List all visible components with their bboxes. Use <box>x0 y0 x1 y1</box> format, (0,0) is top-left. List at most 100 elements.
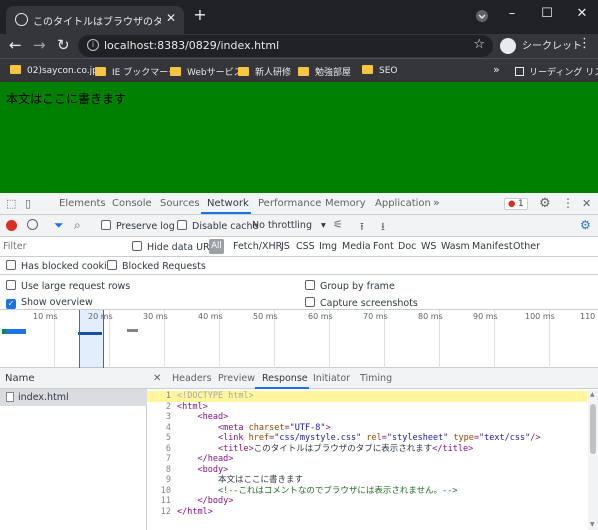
address-bar[interactable]: i localhost:8383/0829/index.html ☆ <box>78 35 493 57</box>
name-column-header[interactable]: Name <box>5 373 35 384</box>
close-detail-icon[interactable]: ✕ <box>153 373 161 384</box>
reload-icon[interactable]: ↻ <box>57 36 70 54</box>
tab-memory[interactable]: Memory <box>325 198 366 209</box>
code-scrollbar[interactable]: ▲ ▼ <box>588 390 598 530</box>
search-icon[interactable]: ⌕ <box>74 218 81 233</box>
tab-performance[interactable]: Performance <box>258 198 321 209</box>
capture-screenshots-checkbox[interactable]: Capture screenshots <box>305 297 418 309</box>
code-token: </title> <box>432 443 474 454</box>
checkbox-icon <box>6 280 16 290</box>
bookmark-item[interactable]: 勉強部屋 <box>298 65 351 78</box>
code-line: 9 本文はここに書きます <box>147 475 587 486</box>
filter-type-css[interactable]: CSS <box>296 241 315 252</box>
tab-timing[interactable]: Timing <box>360 373 392 384</box>
tab-sources[interactable]: Sources <box>160 198 200 209</box>
tab-close-icon[interactable]: ✕ <box>166 11 176 25</box>
filter-type-all[interactable]: All <box>209 239 224 254</box>
device-toolbar-icon[interactable]: ▯ <box>25 197 31 210</box>
disable-cache-checkbox[interactable]: Disable cache <box>177 220 258 232</box>
active-subtab-indicator <box>255 387 309 389</box>
has-blocked-cookies-checkbox[interactable]: Has blocked cookies <box>6 260 117 272</box>
maximize-icon[interactable]: ☐ <box>537 6 557 21</box>
tab-headers[interactable]: Headers <box>172 373 212 384</box>
bookmarks-overflow[interactable]: » <box>493 63 500 76</box>
large-rows-checkbox[interactable]: Use large request rows <box>6 280 130 292</box>
blocked-requests-checkbox[interactable]: Blocked Requests <box>107 260 206 272</box>
tab-elements[interactable]: Elements <box>59 198 106 209</box>
tab-application[interactable]: Application <box>375 198 431 209</box>
line-number: 12 <box>160 506 171 517</box>
filter-type-img[interactable]: Img <box>319 241 337 252</box>
preserve-log-checkbox[interactable]: Preserve log <box>101 220 175 232</box>
filter-type-other[interactable]: Other <box>513 241 540 252</box>
export-har-icon[interactable]: ⭳ <box>381 218 385 237</box>
bookmark-item[interactable]: 新人研修 <box>238 65 291 78</box>
devtools-menu-icon[interactable]: ⋮ <box>562 196 574 210</box>
filter-type-manifest[interactable]: Manifest <box>472 241 513 252</box>
browser-toolbar: ← → ↻ i localhost:8383/0829/index.html ☆… <box>0 34 598 58</box>
forward-icon[interactable]: → <box>33 36 46 54</box>
code-line: 10 <!--これはコメントなのでブラウザには表示されません。--> <box>147 486 587 497</box>
scroll-down-icon[interactable]: ▼ <box>590 521 595 528</box>
back-icon[interactable]: ← <box>9 36 22 54</box>
settings-gear-icon[interactable]: ⚙ <box>539 196 551 211</box>
request-bar <box>78 332 102 335</box>
network-overview[interactable]: 10 ms 20 ms 30 ms 40 ms 50 ms 60 ms 70 m… <box>0 310 598 368</box>
filter-type-doc[interactable]: Doc <box>398 241 416 252</box>
load-event-line <box>103 310 104 368</box>
browser-tab[interactable]: このタイトルはブラウザのタブに表示されます ✕ <box>6 6 184 34</box>
tab-response[interactable]: Response <box>262 373 308 384</box>
active-tab-indicator <box>201 212 251 214</box>
filter-icon[interactable]: ⏷ <box>54 218 64 233</box>
filter-type-media[interactable]: Media <box>342 241 371 252</box>
bookmarks-bar: 02)saycon.co.jp IE ブックマーク Webサービス 新人研修 勉… <box>0 58 598 82</box>
response-code-viewer[interactable]: 1 <!DOCTYPE html> 2 <html> 3 <head> 4 <meta c… <box>147 390 587 530</box>
filter-type-wasm[interactable]: Wasm <box>441 241 470 252</box>
more-tabs-button[interactable]: » <box>433 196 440 209</box>
filter-input[interactable] <box>3 239 123 254</box>
network-conditions-icon[interactable]: ⚟ <box>333 218 343 231</box>
request-bar <box>2 329 26 334</box>
bookmark-star-icon[interactable]: ☆ <box>473 37 485 52</box>
throttling-select[interactable]: No throttling ▾ <box>252 220 326 231</box>
tab-console[interactable]: Console <box>112 198 152 209</box>
overview-tick: 100 ms <box>525 312 555 321</box>
request-row[interactable]: index.html <box>0 389 147 406</box>
filter-type-ws[interactable]: WS <box>421 241 436 252</box>
group-by-frame-checkbox[interactable]: Group by frame <box>305 280 395 292</box>
incognito-indicator[interactable]: シークレット <box>500 37 582 54</box>
bookmark-item[interactable]: SEO <box>362 65 397 76</box>
tab-search-icon[interactable] <box>472 9 492 27</box>
reading-list[interactable]: リーディング リスト <box>515 65 598 78</box>
hide-data-urls-checkbox[interactable]: Hide data URLs <box>132 241 220 253</box>
error-icon: ● <box>508 199 516 209</box>
network-settings-gear-icon[interactable]: ⚙ <box>580 218 591 232</box>
clear-icon[interactable] <box>27 219 38 230</box>
scroll-up-icon[interactable]: ▲ <box>590 391 595 398</box>
close-devtools-icon[interactable]: ✕ <box>582 197 591 210</box>
record-icon[interactable] <box>6 220 17 231</box>
minimize-icon[interactable]: – <box>502 6 522 21</box>
site-info-icon[interactable]: i <box>87 39 99 51</box>
import-har-icon[interactable]: ⭱ <box>360 218 364 237</box>
error-badge[interactable]: ● 1 <box>504 198 528 210</box>
show-overview-checkbox[interactable]: ✓ Show overview <box>6 297 93 309</box>
scrollbar-thumb[interactable] <box>590 404 596 454</box>
inspect-element-icon[interactable]: ⬚ <box>6 197 16 210</box>
folder-icon <box>10 65 21 74</box>
tab-initiator[interactable]: Initiator <box>313 373 350 384</box>
new-tab-button[interactable]: + <box>190 5 210 24</box>
bookmark-item[interactable]: IE ブックマーク <box>95 65 177 78</box>
incognito-icon <box>500 38 516 54</box>
filter-type-fetch-xhr[interactable]: Fetch/XHR <box>233 241 282 252</box>
filter-type-js[interactable]: JS <box>281 241 290 252</box>
filter-type-font[interactable]: Font <box>373 241 394 252</box>
tab-network[interactable]: Network <box>207 198 249 209</box>
menu-icon[interactable]: ⋮ <box>578 36 591 51</box>
bookmark-item[interactable]: Webサービス <box>170 65 243 78</box>
code-line: 3 <head> <box>147 412 587 423</box>
tab-preview[interactable]: Preview <box>218 373 255 384</box>
bookmark-item[interactable]: 02)saycon.co.jp <box>10 65 98 76</box>
code-token: 本文はここに書きます <box>177 475 303 485</box>
close-window-icon[interactable]: ✕ <box>572 6 592 21</box>
